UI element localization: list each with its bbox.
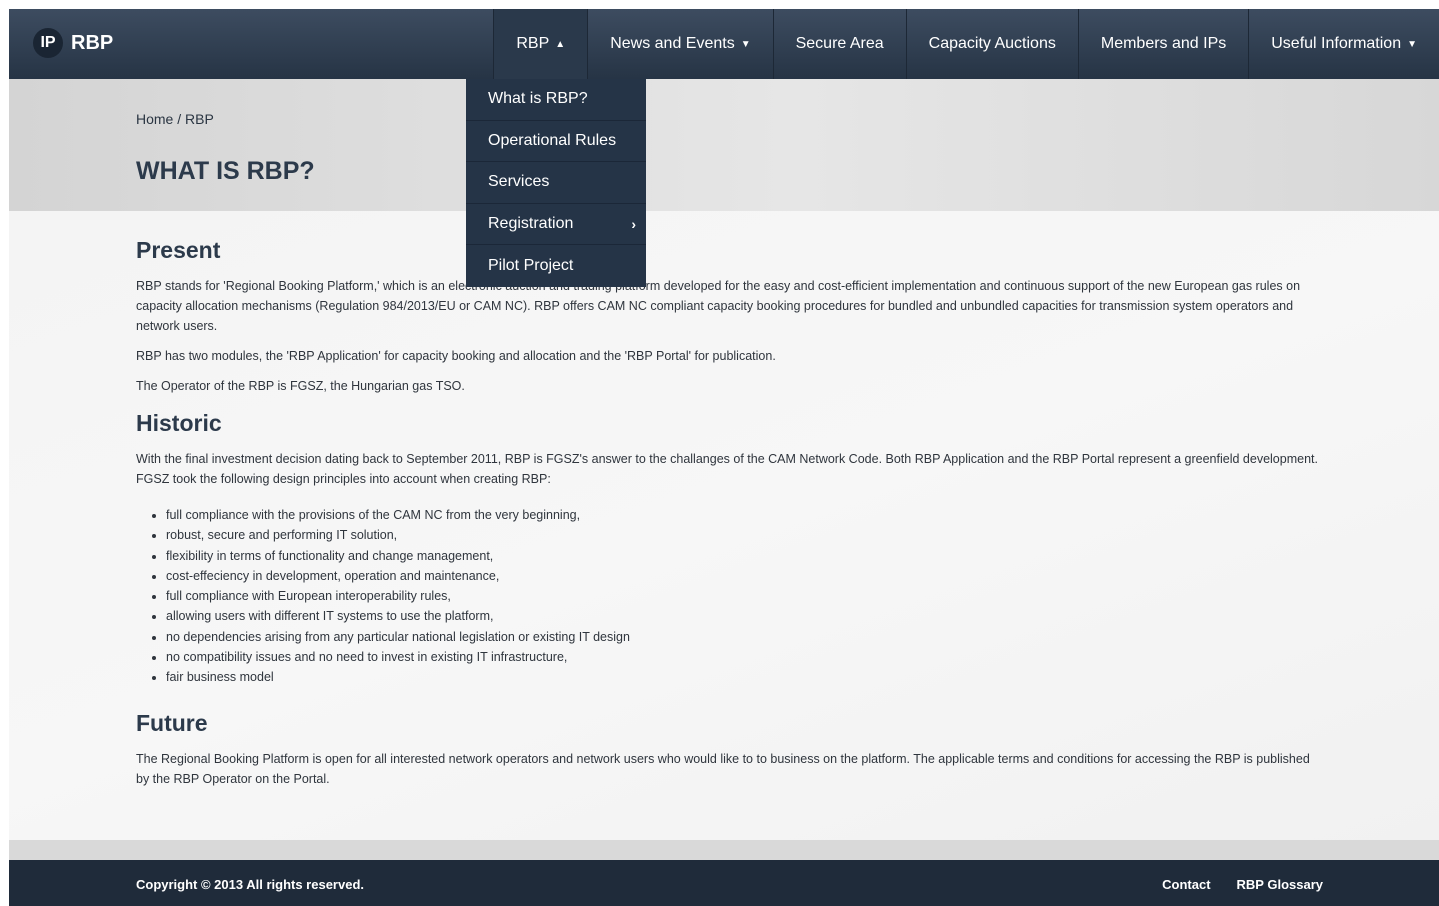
list-item: robust, secure and performing IT solutio… xyxy=(166,525,1326,545)
nav-item-secure-area[interactable]: Secure Area xyxy=(772,9,906,79)
section-heading-future: Future xyxy=(136,709,208,736)
main-menu: RBP ▲ News and Events ▼ Secure Area Capa… xyxy=(493,9,1439,79)
breadcrumb: Home / RBP xyxy=(136,111,214,127)
dropdown-item-what-is-rbp[interactable]: What is RBP? xyxy=(466,79,646,121)
site-logo[interactable]: IP RBP xyxy=(33,28,113,58)
dropdown-item-label: Operational Rules xyxy=(488,131,617,149)
nav-item-label: Members and IPs xyxy=(1100,35,1227,52)
dropdown-item-label: Services xyxy=(488,173,550,191)
top-navbar: IP RBP RBP ▲ News and Events ▼ Secure Ar… xyxy=(9,9,1439,79)
dropdown-item-registration[interactable]: Registration › xyxy=(466,204,646,246)
copyright-text: Copyright © 2013 All rights reserved. xyxy=(136,877,365,892)
nav-item-capacity-auctions[interactable]: Capacity Auctions xyxy=(905,9,1078,79)
chevron-down-icon: ▼ xyxy=(1407,38,1417,50)
page-title: WHAT IS RBP? xyxy=(136,157,315,185)
present-paragraph: RBP stands for 'Regional Booking Platfor… xyxy=(136,279,1301,333)
nav-item-useful-information[interactable]: Useful Information ▼ xyxy=(1248,9,1439,79)
logo-text: RBP xyxy=(71,31,114,54)
dropdown-item-services[interactable]: Services xyxy=(466,162,646,204)
dropdown-item-operational-rules[interactable]: Operational Rules xyxy=(466,121,646,163)
design-principles-list: full compliance with the provisions of t… xyxy=(166,505,1326,688)
footer-divider xyxy=(9,840,1439,860)
nav-item-label: News and Events xyxy=(610,35,735,52)
dropdown-item-label: Registration xyxy=(488,215,574,233)
nav-item-rbp[interactable]: RBP ▲ xyxy=(493,9,588,79)
rbp-dropdown-menu: What is RBP? Operational Rules Services … xyxy=(466,79,646,287)
dropdown-item-label: What is RBP? xyxy=(488,90,588,108)
nav-item-news-and-events[interactable]: News and Events ▼ xyxy=(587,9,772,79)
dropdown-item-label: Pilot Project xyxy=(488,257,574,275)
footer-links: Contact RBP Glossary xyxy=(1162,877,1323,892)
logo-badge: IP xyxy=(33,28,63,58)
present-paragraph: RBP has two modules, the 'RBP Applicatio… xyxy=(136,349,776,363)
list-item: no dependencies arising from any particu… xyxy=(166,627,1326,647)
breadcrumb-home-link[interactable]: Home xyxy=(136,111,173,127)
nav-item-label: Useful Information xyxy=(1271,35,1402,52)
main-content: Present RBP stands for 'Regional Booking… xyxy=(9,211,1439,840)
nav-item-label: Capacity Auctions xyxy=(928,35,1056,52)
list-item: cost-effeciency in development, operatio… xyxy=(166,566,1326,586)
future-paragraph: The Regional Booking Platform is open fo… xyxy=(136,751,1310,786)
chevron-right-icon: › xyxy=(631,216,636,233)
footer-link-rbp-glossary[interactable]: RBP Glossary xyxy=(1237,877,1323,892)
content-body: Present RBP stands for 'Regional Booking… xyxy=(136,237,1326,799)
nav-item-label: RBP xyxy=(516,35,550,52)
nav-item-members-and-ips[interactable]: Members and IPs xyxy=(1077,9,1248,79)
list-item: no compatibility issues and no need to i… xyxy=(166,647,1326,667)
chevron-down-icon: ▼ xyxy=(740,38,751,50)
list-item: fair business model xyxy=(166,667,1326,687)
footer-link-contact[interactable]: Contact xyxy=(1162,877,1210,892)
breadcrumb-separator: / xyxy=(177,111,182,127)
breadcrumb-current-link[interactable]: RBP xyxy=(185,111,214,127)
list-item: full compliance with the provisions of t… xyxy=(166,505,1326,525)
dropdown-item-pilot-project[interactable]: Pilot Project xyxy=(466,245,646,287)
nav-item-label: Secure Area xyxy=(795,35,884,52)
chevron-up-icon: ▲ xyxy=(555,38,566,50)
list-item: flexibility in terms of functionality an… xyxy=(166,546,1326,566)
section-heading-historic: Historic xyxy=(136,410,222,436)
section-heading-present: Present xyxy=(136,237,221,263)
page-header: Home / RBP WHAT IS RBP? xyxy=(9,79,1439,211)
page-footer: Copyright © 2013 All rights reserved. Co… xyxy=(9,860,1439,906)
list-item: full compliance with European interopera… xyxy=(166,586,1326,606)
historic-paragraph: With the final investment decision datin… xyxy=(136,452,1318,486)
present-paragraph: The Operator of the RBP is FGSZ, the Hun… xyxy=(136,379,465,393)
list-item: allowing users with different IT systems… xyxy=(166,606,1326,626)
